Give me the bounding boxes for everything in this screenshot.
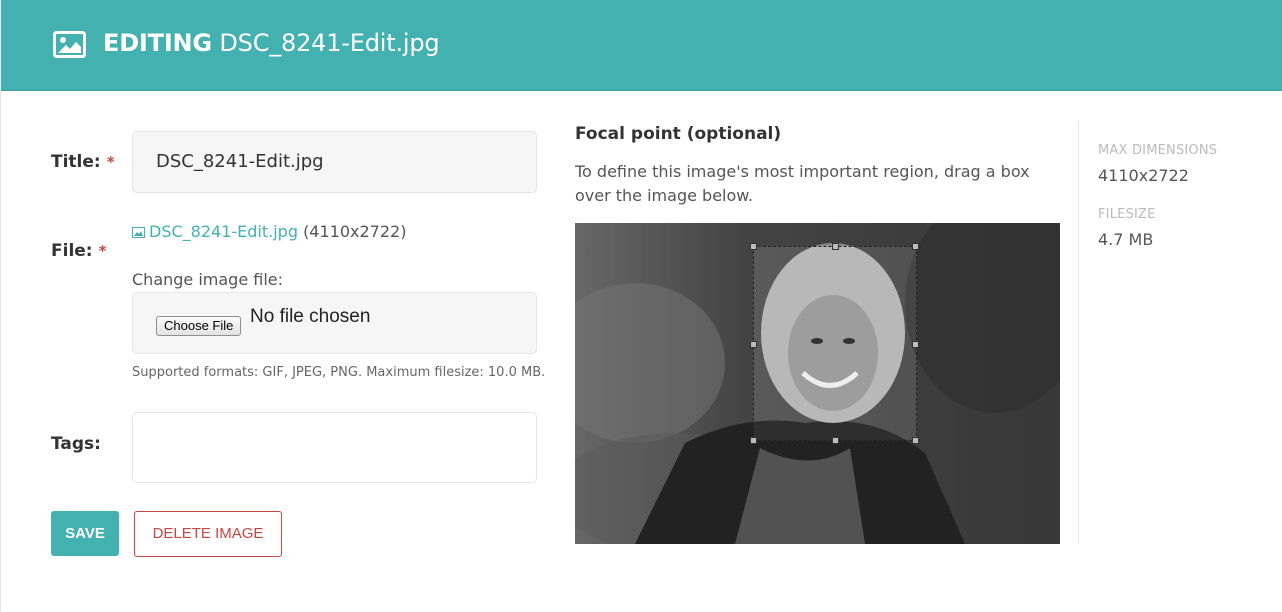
filesize-label: FILESIZE [1098, 207, 1156, 222]
file-link[interactable]: DSC_8241-Edit.jpg [149, 222, 298, 241]
file-label: File: * [51, 241, 107, 261]
choose-file-button[interactable]: Choose File [156, 316, 242, 336]
file-dimensions: (4110x2722) [303, 222, 407, 241]
sidebar-divider [1078, 121, 1079, 544]
crop-handle-tl[interactable] [750, 243, 757, 250]
focal-point-title: Focal point (optional) [575, 124, 782, 144]
image-icon [53, 31, 86, 58]
help-text: Supported formats: GIF, JPEG, PNG. Maxim… [132, 365, 546, 380]
change-file-label: Change image file: [132, 270, 284, 289]
page-title: EDITING DSC_8241-Edit.jpg [103, 29, 440, 57]
crop-handle-r[interactable] [912, 341, 919, 348]
tags-input[interactable] [132, 412, 537, 483]
no-file-text: No file chosen [250, 306, 371, 327]
file-input: Choose File No file chosen [132, 292, 537, 354]
crop-handle-b[interactable] [832, 437, 839, 444]
focal-crop-box[interactable] [750, 243, 919, 444]
max-dimensions-label: MAX DIMENSIONS [1098, 143, 1218, 158]
delete-image-button[interactable]: DELETE IMAGE [134, 511, 282, 557]
image-preview[interactable] [575, 223, 1060, 544]
page-title-filename: DSC_8241-Edit.jpg [219, 29, 440, 57]
tags-label: Tags: [51, 434, 101, 454]
title-label: Title: * [51, 152, 115, 172]
required-marker: * [106, 153, 115, 171]
page-header: EDITING DSC_8241-Edit.jpg [1, 0, 1282, 91]
crop-handle-tr[interactable] [912, 243, 919, 250]
filesize-value: 4.7 MB [1098, 230, 1154, 249]
required-marker: * [98, 242, 107, 260]
title-input[interactable]: DSC_8241-Edit.jpg [132, 131, 537, 193]
focal-point-description: To define this image's most important re… [575, 162, 1030, 205]
image-file-icon [132, 227, 145, 238]
crop-handle-l[interactable] [750, 341, 757, 348]
save-button[interactable]: SAVE [51, 511, 119, 556]
current-file: DSC_8241-Edit.jpg (4110x2722) [132, 222, 406, 241]
crop-handle-br[interactable] [912, 437, 919, 444]
max-dimensions-value: 4110x2722 [1098, 166, 1189, 185]
crop-handle-bl[interactable] [750, 437, 757, 444]
crop-handle-t[interactable] [832, 243, 839, 250]
